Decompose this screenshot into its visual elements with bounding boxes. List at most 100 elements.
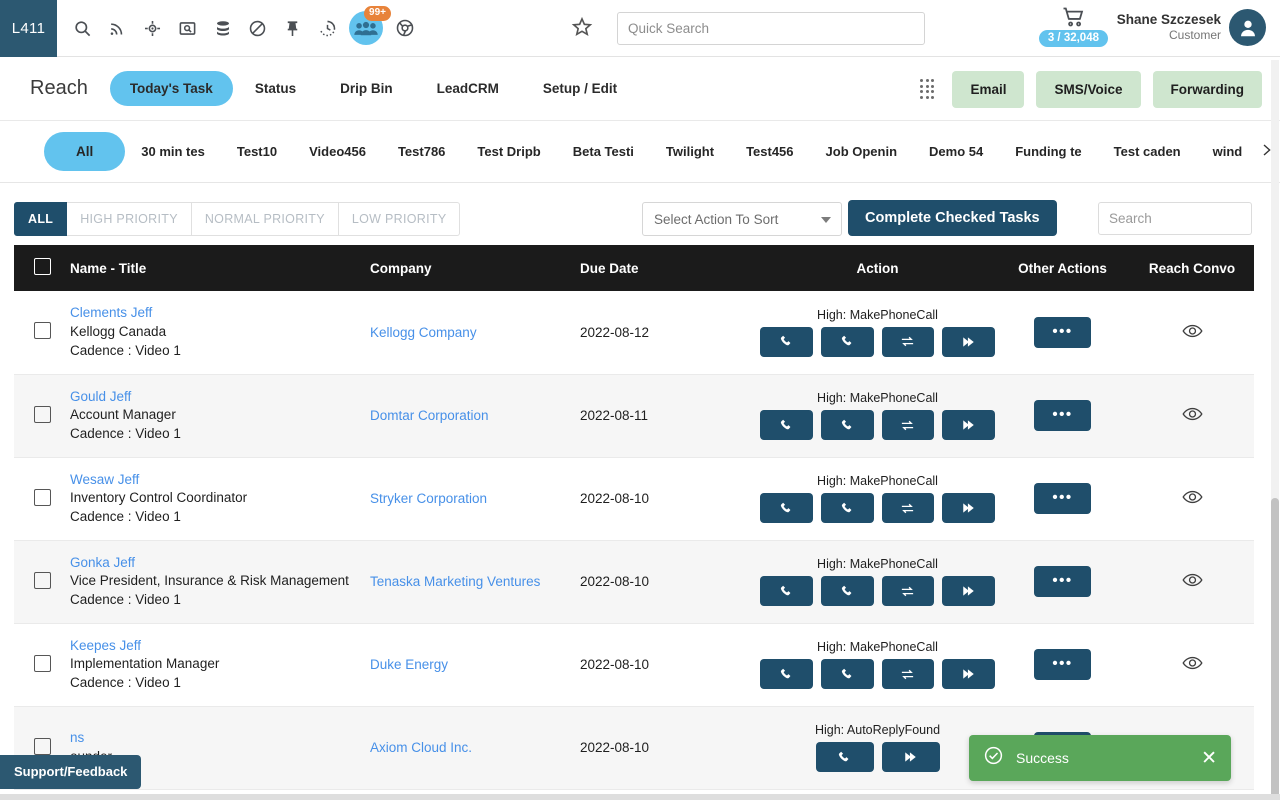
block-icon[interactable] [240, 8, 275, 48]
column-due-date[interactable]: Due Date [580, 245, 760, 291]
cadence-tab-4[interactable]: Test786 [382, 135, 461, 168]
notifications-button[interactable]: 99+ [345, 8, 387, 48]
cadence-tab-7[interactable]: Twilight [650, 135, 730, 168]
forwarding-button[interactable]: Forwarding [1153, 71, 1263, 108]
priority-filter-low[interactable]: LOW PRIORITY [339, 202, 461, 236]
cadence-tab-3[interactable]: Video456 [293, 135, 382, 168]
search-icon[interactable] [65, 8, 100, 48]
transfer-button[interactable] [882, 576, 935, 606]
table-row[interactable]: Wesaw Jeff Inventory Control Coordinator… [14, 457, 1254, 540]
table-search-input[interactable] [1098, 202, 1252, 235]
nav-item-todays-task[interactable]: Today's Task [110, 71, 233, 106]
company-link[interactable]: Tenaska Marketing Ventures [370, 574, 540, 589]
nav-item-setup-edit[interactable]: Setup / Edit [521, 73, 639, 104]
table-row[interactable]: Gonka Jeff Vice President, Insurance & R… [14, 540, 1254, 623]
grid-dots-icon[interactable] [920, 79, 934, 99]
screen-search-icon[interactable] [170, 8, 205, 48]
eye-icon[interactable] [1182, 576, 1203, 591]
select-all-checkbox[interactable] [34, 258, 51, 275]
page-scrollbar[interactable] [1271, 60, 1279, 800]
clock-history-icon[interactable] [310, 8, 345, 48]
cadence-tab-8[interactable]: Test456 [730, 135, 809, 168]
transfer-button[interactable] [882, 659, 935, 689]
priority-filter-normal[interactable]: NORMAL PRIORITY [192, 202, 339, 236]
column-company[interactable]: Company [370, 245, 580, 291]
close-icon[interactable]: ✕ [1201, 749, 1217, 768]
other-actions-button[interactable]: ••• [1034, 566, 1091, 597]
target-icon[interactable] [135, 8, 170, 48]
other-actions-button[interactable]: ••• [1034, 649, 1091, 680]
star-icon[interactable] [571, 16, 593, 43]
column-action[interactable]: Action [760, 245, 995, 291]
column-reach-convo[interactable]: Reach Convo [1130, 245, 1254, 291]
pin-icon[interactable] [275, 8, 310, 48]
contact-link[interactable]: Keepes Jeff [70, 637, 370, 656]
database-icon[interactable] [205, 8, 240, 48]
contact-link[interactable]: Gould Jeff [70, 388, 370, 407]
support-feedback-tab[interactable]: Support/Feedback [0, 755, 141, 789]
rss-icon[interactable] [100, 8, 135, 48]
app-logo[interactable]: L411 [0, 0, 57, 57]
call-alt-button[interactable] [821, 576, 874, 606]
cadence-tab-12[interactable]: Test caden [1098, 135, 1197, 168]
complete-checked-tasks-button[interactable]: Complete Checked Tasks [848, 200, 1057, 236]
contact-link[interactable]: Clements Jeff [70, 304, 370, 323]
cadence-tab-all[interactable]: All [44, 132, 125, 171]
column-name-title[interactable]: Name - Title [70, 245, 370, 291]
cadence-tab-6[interactable]: Beta Testi [557, 135, 650, 168]
call-alt-button[interactable] [821, 659, 874, 689]
column-other-actions[interactable]: Other Actions [995, 245, 1130, 291]
call-alt-button[interactable] [821, 327, 874, 357]
cadence-tab-11[interactable]: Funding te [999, 135, 1097, 168]
row-checkbox[interactable] [34, 406, 51, 423]
eye-icon[interactable] [1182, 659, 1203, 674]
user-menu[interactable]: Shane Szczesek Customer [1117, 9, 1266, 46]
call-button[interactable] [760, 410, 813, 440]
skip-button[interactable] [942, 493, 995, 523]
nav-item-drip-bin[interactable]: Drip Bin [318, 73, 415, 104]
skip-button[interactable] [882, 742, 940, 772]
call-alt-button[interactable] [821, 410, 874, 440]
other-actions-button[interactable]: ••• [1034, 317, 1091, 348]
company-link[interactable]: Axiom Cloud Inc. [370, 740, 472, 755]
row-checkbox[interactable] [34, 322, 51, 339]
nav-item-status[interactable]: Status [233, 73, 318, 104]
call-button[interactable] [760, 327, 813, 357]
nav-item-leadcrm[interactable]: LeadCRM [415, 73, 521, 104]
cadence-tab-10[interactable]: Demo 54 [913, 135, 999, 168]
cadence-tab-5[interactable]: Test Dripb [461, 135, 556, 168]
chrome-icon[interactable] [387, 8, 422, 48]
eye-icon[interactable] [1182, 493, 1203, 508]
priority-filter-all[interactable]: ALL [14, 202, 67, 236]
call-alt-button[interactable] [821, 493, 874, 523]
cadence-tab-13[interactable]: wind [1197, 135, 1259, 168]
row-checkbox[interactable] [34, 655, 51, 672]
row-checkbox[interactable] [34, 572, 51, 589]
transfer-button[interactable] [882, 493, 935, 523]
sort-select[interactable]: Select Action To Sort [642, 202, 842, 236]
company-link[interactable]: Domtar Corporation [370, 408, 489, 423]
other-actions-button[interactable]: ••• [1034, 483, 1091, 514]
table-row[interactable]: Keepes Jeff Implementation Manager Caden… [14, 623, 1254, 706]
skip-button[interactable] [942, 659, 995, 689]
row-checkbox[interactable] [34, 738, 51, 755]
eye-icon[interactable] [1182, 327, 1203, 342]
sms-voice-button[interactable]: SMS/Voice [1036, 71, 1140, 108]
cart-button[interactable]: 3 / 32,048 [1039, 5, 1108, 47]
cadence-tab-9[interactable]: Job Openin [810, 135, 914, 168]
cadence-tab-2[interactable]: Test10 [221, 135, 293, 168]
company-link[interactable]: Stryker Corporation [370, 491, 487, 506]
email-button[interactable]: Email [952, 71, 1024, 108]
cadence-tab-1[interactable]: 30 min tes [125, 135, 221, 168]
page-scrollbar-thumb[interactable] [1271, 498, 1279, 798]
quick-search-input[interactable] [617, 12, 925, 45]
company-link[interactable]: Kellogg Company [370, 325, 477, 340]
company-link[interactable]: Duke Energy [370, 657, 448, 672]
contact-link[interactable]: Gonka Jeff [70, 554, 370, 573]
call-button[interactable] [760, 659, 813, 689]
contact-link[interactable]: Wesaw Jeff [70, 471, 370, 490]
row-checkbox[interactable] [34, 489, 51, 506]
eye-icon[interactable] [1182, 410, 1203, 425]
other-actions-button[interactable]: ••• [1034, 400, 1091, 431]
user-avatar-icon[interactable] [1229, 9, 1266, 46]
